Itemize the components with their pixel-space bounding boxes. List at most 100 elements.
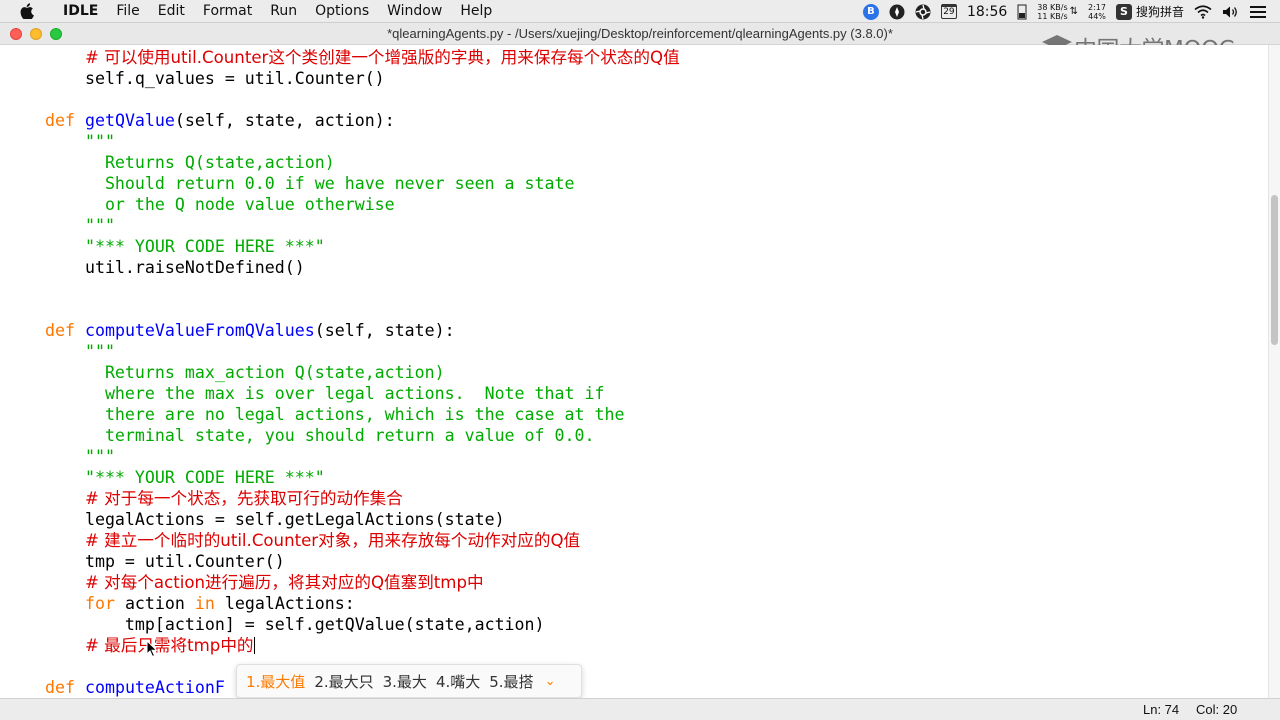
clock-text[interactable]: 18:56 <box>967 4 1007 20</box>
code-line[interactable]: there are no legal actions, which is the… <box>45 404 680 425</box>
code-editor[interactable]: # 可以使用util.Counter这个类创建一个增强版的字典，用来保存每个状态… <box>0 45 1268 698</box>
code-line[interactable]: Returns Q(state,action) <box>45 152 680 173</box>
code-line[interactable]: util.raiseNotDefined() <box>45 257 680 278</box>
code-line[interactable]: Should return 0.0 if we have never seen … <box>45 173 680 194</box>
cpu-icon <box>1017 4 1027 20</box>
code-token: "*** YOUR CODE HERE ***" <box>84 237 325 256</box>
code-line[interactable]: # 最后只需将tmp中的 <box>45 635 680 656</box>
menu-edit[interactable]: Edit <box>149 3 194 19</box>
code-line[interactable] <box>45 89 680 110</box>
code-token: # 最后只需将tmp中的 <box>84 636 254 655</box>
code-line[interactable]: or the Q node value otherwise <box>45 194 680 215</box>
ime-candidate-2[interactable]: 2.最大只 <box>314 671 373 692</box>
code-line[interactable]: "*** YOUR CODE HERE ***" <box>45 236 680 257</box>
code-token: """ <box>84 132 115 151</box>
code-line[interactable]: for action in legalActions: <box>45 593 680 614</box>
volume-icon[interactable] <box>1222 5 1240 19</box>
macos-menu-bar: IDLE File Edit Format Run Options Window… <box>0 0 1280 23</box>
code-line[interactable]: tmp = util.Counter() <box>45 551 680 572</box>
code-token: # 可以使用util.Counter这个类创建一个增强版的字典，用来保存每个状态… <box>84 48 680 67</box>
menu-help[interactable]: Help <box>451 3 501 19</box>
menu-app-idle[interactable]: IDLE <box>54 3 107 19</box>
code-token: computeValueFromQValues <box>84 321 315 340</box>
code-line[interactable]: legalActions = self.getLegalActions(stat… <box>45 509 680 530</box>
code-token: self.q_values = util.Counter() <box>45 69 385 88</box>
code-line[interactable]: where the max is over legal actions. Not… <box>45 383 680 404</box>
code-text[interactable]: # 可以使用util.Counter这个类创建一个增强版的字典，用来保存每个状态… <box>45 47 680 698</box>
code-line[interactable]: tmp[action] = self.getQValue(state,actio… <box>45 614 680 635</box>
code-line[interactable]: self.q_values = util.Counter() <box>45 68 680 89</box>
menu-options[interactable]: Options <box>306 3 378 19</box>
battery-time: 2:17 <box>1088 2 1106 12</box>
code-token: """ <box>45 447 115 466</box>
code-line[interactable]: """ <box>45 341 680 362</box>
menu-list-icon[interactable] <box>1250 5 1266 18</box>
code-line[interactable] <box>45 299 680 320</box>
code-token: (self, state): <box>314 321 455 340</box>
code-token: def <box>45 111 75 130</box>
ime-candidate-1[interactable]: 1.最大值 <box>246 671 305 692</box>
code-token: "*** YOUR CODE HERE ***" <box>84 468 325 487</box>
menu-format[interactable]: Format <box>194 3 261 19</box>
bluetooth-b-icon[interactable]: B <box>862 3 879 20</box>
column-number: Col: 20 <box>1196 702 1238 717</box>
code-line[interactable]: # 建立一个临时的util.Counter对象，用来存放每个动作对应的Q值 <box>45 530 680 551</box>
code-token: legalActions = self.getLegalActions(stat… <box>45 510 505 529</box>
input-method-label[interactable]: 搜狗拼音 <box>1136 3 1184 20</box>
ime-candidate-5[interactable]: 5.最搭 <box>489 671 533 692</box>
code-token: """ <box>84 342 115 361</box>
editor-status-bar: Ln: 74 Col: 20 <box>0 698 1280 720</box>
code-token: Returns max_action Q(state,action) <box>45 363 445 382</box>
code-line[interactable]: Returns max_action Q(state,action) <box>45 362 680 383</box>
calendar-icon[interactable]: 29 <box>940 4 957 19</box>
vertical-scrollbar[interactable] <box>1268 45 1280 698</box>
code-line[interactable] <box>45 278 680 299</box>
code-line[interactable]: # 对于每一个状态，先获取可行的动作集合 <box>45 488 680 509</box>
mouse-pointer-icon <box>146 640 158 658</box>
code-token: """ <box>45 216 115 235</box>
sogou-icon[interactable]: S <box>1115 3 1132 20</box>
code-line[interactable]: "*** YOUR CODE HERE ***" <box>45 467 680 488</box>
wifi-icon[interactable] <box>1194 4 1212 19</box>
code-token: def <box>45 321 75 340</box>
ime-candidate-popup[interactable]: 1.最大值 2.最大只 3.最大 4.嘴大 5.最搭 ⌄ <box>236 664 582 698</box>
ime-candidate-4[interactable]: 4.嘴大 <box>436 671 480 692</box>
code-line[interactable]: """ <box>45 446 680 467</box>
compass-icon[interactable] <box>889 4 905 20</box>
arrows-icon: ⇅ <box>1069 6 1079 17</box>
menu-extras: B 29 18:56 38 KB/s 11 KB/s ⇅ 2:17 44% S … <box>853 0 1280 23</box>
code-line[interactable]: """ <box>45 215 680 236</box>
menu-window[interactable]: Window <box>378 3 451 19</box>
aperture-icon[interactable] <box>915 4 931 20</box>
code-line[interactable]: def computeValueFromQValues(self, state)… <box>45 320 680 341</box>
menu-file[interactable]: File <box>107 3 148 19</box>
menu-run[interactable]: Run <box>261 3 306 19</box>
code-token: getQValue <box>84 111 175 130</box>
code-line[interactable]: terminal state, you should return a valu… <box>45 425 680 446</box>
code-token: # 对每个action进行遍历，将其对应的Q值塞到tmp中 <box>84 573 484 592</box>
code-line[interactable]: """ <box>45 131 680 152</box>
scrollbar-thumb[interactable] <box>1271 195 1278 345</box>
code-token: tmp[action] = self.getQValue(state,actio… <box>45 615 545 634</box>
chevron-down-icon[interactable]: ⌄ <box>545 674 556 689</box>
net-speed[interactable]: 38 KB/s 11 KB/s <box>1037 3 1067 21</box>
apple-icon[interactable] <box>20 3 38 19</box>
line-number: Ln: 74 <box>1143 702 1180 717</box>
code-token: action <box>114 594 195 613</box>
code-line[interactable]: # 对每个action进行遍历，将其对应的Q值塞到tmp中 <box>45 572 680 593</box>
ime-candidate-3[interactable]: 3.最大 <box>383 671 427 692</box>
code-line[interactable]: # 可以使用util.Counter这个类创建一个增强版的字典，用来保存每个状态… <box>45 47 680 68</box>
code-token: or the Q node value otherwise <box>45 195 395 214</box>
battery-status[interactable]: 2:17 44% <box>1088 3 1106 21</box>
code-token: Returns Q(state,action) <box>45 153 335 172</box>
code-line[interactable]: def getQValue(self, state, action): <box>45 110 680 131</box>
